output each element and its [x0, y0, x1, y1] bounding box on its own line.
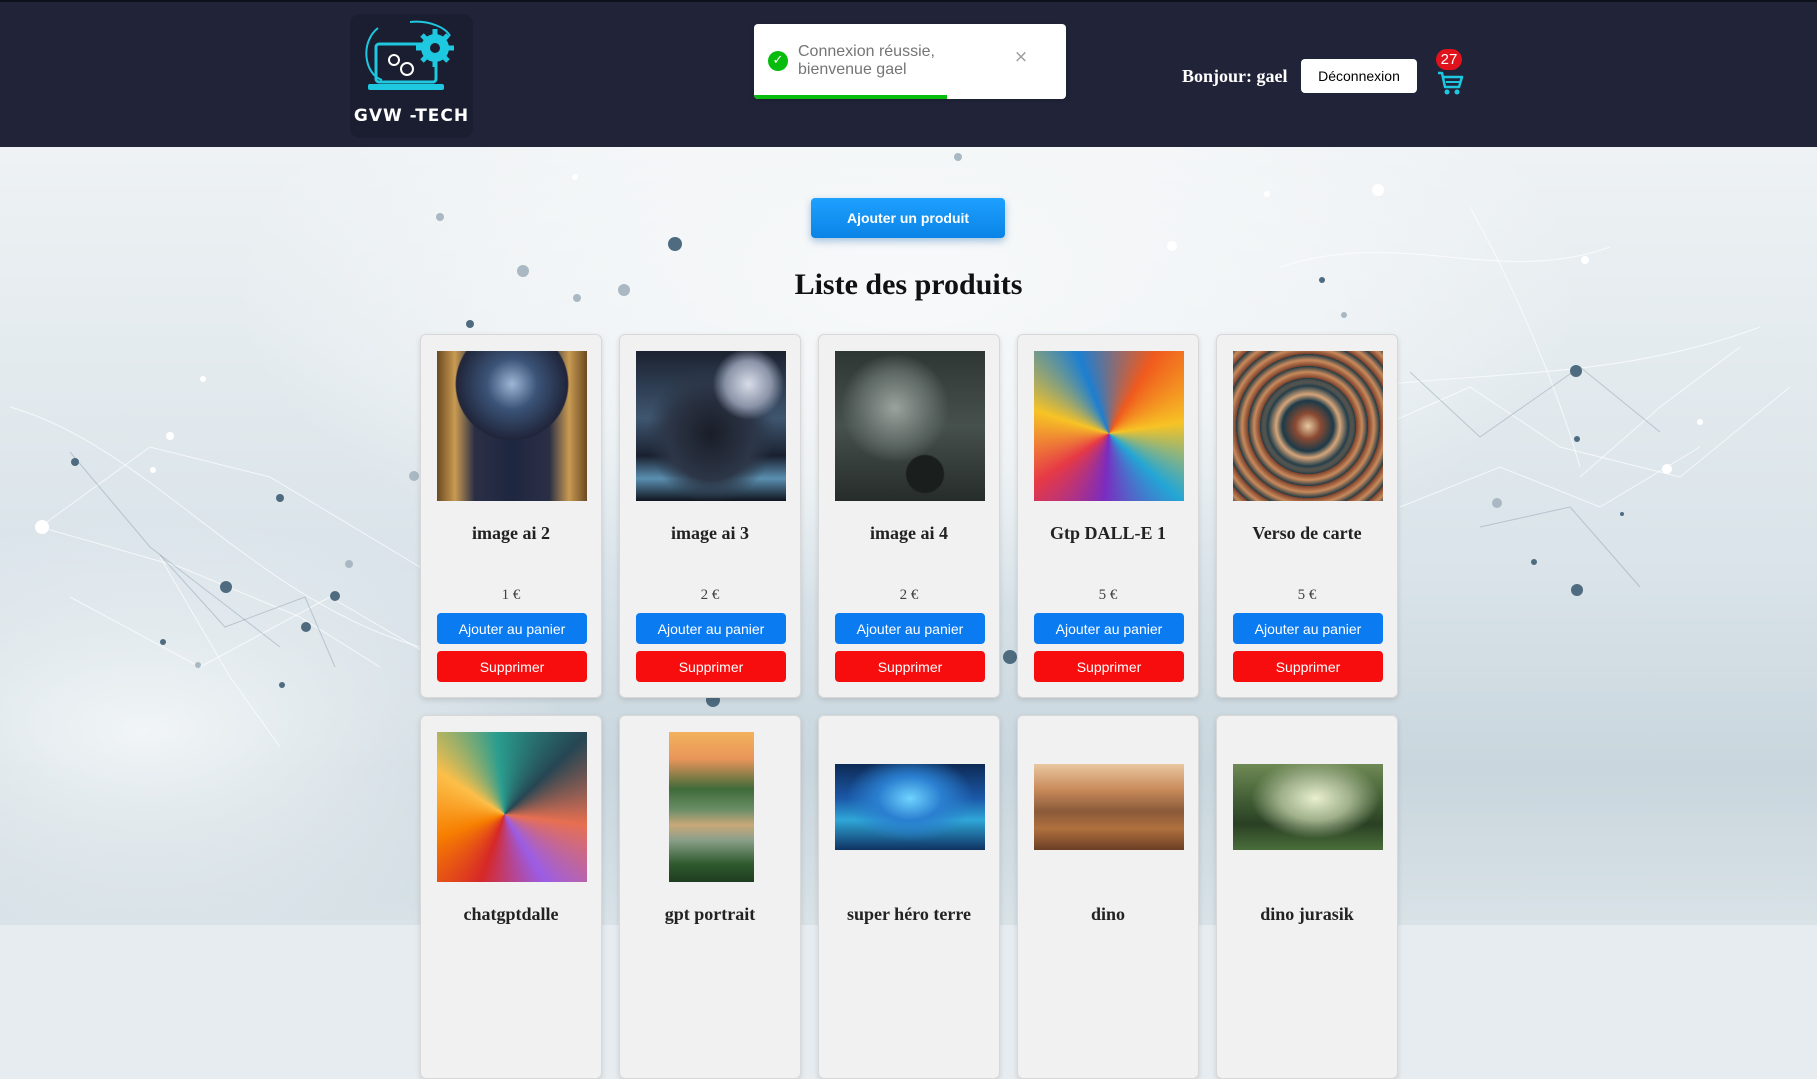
product-card: dino jurasik [1216, 715, 1398, 1079]
product-name: chatgptdalle [463, 904, 559, 924]
product-price: 5 € [1297, 587, 1317, 603]
product-artwork [437, 351, 587, 501]
product-price: 2 € [899, 587, 919, 603]
add-to-cart-button[interactable]: Ajouter au panier [636, 613, 786, 644]
product-image [437, 351, 587, 501]
product-price: 1 € [501, 587, 521, 603]
product-price: 2 € [700, 587, 720, 603]
delete-product-button[interactable]: Supprimer [835, 651, 985, 682]
logout-button[interactable]: Déconnexion [1301, 59, 1417, 93]
product-card: gpt portrait [619, 715, 801, 1079]
product-name: image ai 2 [472, 523, 550, 543]
toast-message: Connexion réussie, bienvenue gael [798, 43, 935, 78]
user-greeting: Bonjour: gael [1182, 66, 1288, 86]
product-image [1034, 351, 1184, 501]
product-artwork [1233, 764, 1383, 850]
product-artwork [1233, 351, 1383, 501]
add-to-cart-button[interactable]: Ajouter au panier [1233, 613, 1383, 644]
product-card: image ai 3 2 € Ajouter au panier Supprimer [619, 334, 801, 698]
product-name: Verso de carte [1252, 523, 1362, 543]
product-card: image ai 2 1 € Ajouter au panier Supprimer [420, 334, 602, 698]
delete-product-button[interactable]: Supprimer [437, 651, 587, 682]
product-card: image ai 4 2 € Ajouter au panier Supprimer [818, 334, 1000, 698]
product-card: chatgptdalle [420, 715, 602, 1079]
shopping-cart-icon [1438, 71, 1464, 95]
delete-product-button[interactable]: Supprimer [1233, 651, 1383, 682]
product-name: image ai 3 [671, 523, 749, 543]
top-navbar: GVW -TECH ✓ Connexion réussie, bienvenue… [0, 0, 1817, 147]
product-name: image ai 4 [870, 523, 948, 543]
add-to-cart-button[interactable]: Ajouter au panier [835, 613, 985, 644]
product-price: 5 € [1098, 587, 1118, 603]
product-image [835, 732, 985, 882]
product-name: dino [1090, 904, 1126, 924]
product-image [835, 351, 985, 501]
product-image [1233, 351, 1383, 501]
product-card: dino [1017, 715, 1199, 1079]
check-circle-icon: ✓ [768, 51, 788, 71]
login-success-toast: ✓ Connexion réussie, bienvenue gael × [754, 24, 1066, 99]
product-image [636, 732, 786, 882]
add-to-cart-button[interactable]: Ajouter au panier [1034, 613, 1184, 644]
product-artwork [1034, 351, 1184, 501]
product-name: dino jurasik [1260, 904, 1354, 924]
product-card: super héro terre [818, 715, 1000, 1079]
cart-count-badge: 27 [1436, 49, 1462, 70]
product-card: Gtp DALL-E 1 5 € Ajouter au panier Supprime… [1017, 334, 1199, 698]
product-artwork [437, 732, 587, 882]
product-artwork [668, 732, 754, 882]
product-artwork [1034, 764, 1184, 850]
laptop-gears-icon [365, 20, 454, 90]
toast-progress-bar [754, 95, 948, 99]
page-title: Liste des produits [794, 268, 1023, 301]
product-image [437, 732, 587, 882]
add-to-cart-button[interactable]: Ajouter au panier [437, 613, 587, 644]
brand-logo[interactable]: GVW -TECH [350, 14, 473, 138]
product-artwork [835, 351, 985, 501]
product-image [636, 351, 786, 501]
product-name: super héro terre [847, 904, 971, 924]
cart-button[interactable]: 27 [1434, 49, 1468, 99]
product-image [1034, 732, 1184, 882]
product-name: gpt portrait [664, 904, 756, 924]
product-artwork [835, 764, 985, 850]
product-name: Gtp DALL-E 1 [1049, 523, 1166, 543]
delete-product-button[interactable]: Supprimer [636, 651, 786, 682]
close-icon[interactable]: × [1012, 48, 1030, 66]
product-image [1233, 732, 1383, 882]
add-product-button[interactable]: Ajouter un produit [811, 198, 1005, 238]
product-artwork [636, 351, 786, 501]
product-card: Verso de carte 5 € Ajouter au panier Suppri… [1216, 334, 1398, 698]
logo-text: GVW -TECH [353, 106, 470, 126]
delete-product-button[interactable]: Supprimer [1034, 651, 1184, 682]
